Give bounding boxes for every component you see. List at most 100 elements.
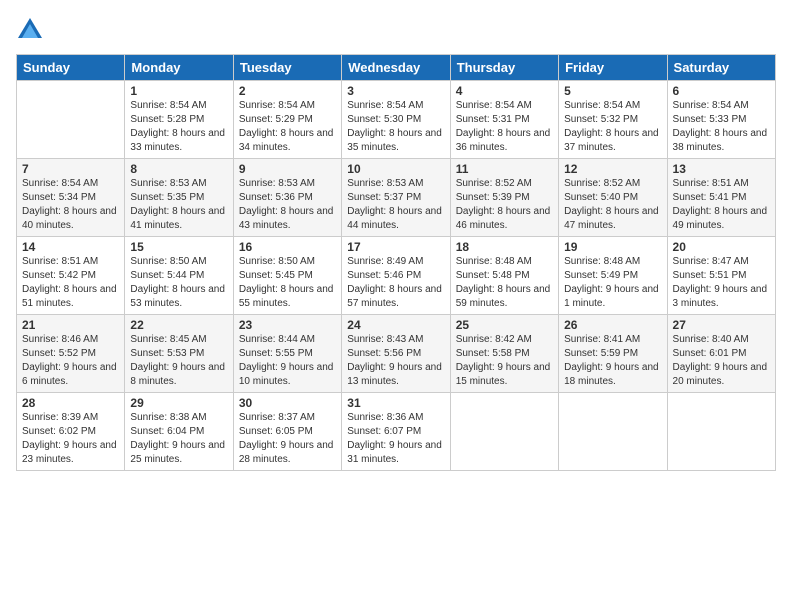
day-detail: Sunrise: 8:47 AMSunset: 5:51 PMDaylight:… [673,255,770,311]
day-detail: Sunrise: 8:45 AMSunset: 5:53 PMDaylight:… [130,333,227,389]
calendar-cell: 2Sunrise: 8:54 AMSunset: 5:29 PMDaylight… [233,81,341,159]
day-number: 13 [673,162,770,176]
calendar-day-header: Wednesday [342,55,450,81]
day-number: 30 [239,396,336,410]
day-number: 23 [239,318,336,332]
calendar-cell: 23Sunrise: 8:44 AMSunset: 5:55 PMDayligh… [233,315,341,393]
calendar: SundayMondayTuesdayWednesdayThursdayFrid… [16,54,776,471]
day-number: 4 [456,84,553,98]
day-detail: Sunrise: 8:54 AMSunset: 5:32 PMDaylight:… [564,99,661,155]
calendar-cell: 13Sunrise: 8:51 AMSunset: 5:41 PMDayligh… [667,159,775,237]
day-number: 29 [130,396,227,410]
calendar-week-row: 1Sunrise: 8:54 AMSunset: 5:28 PMDaylight… [17,81,776,159]
calendar-cell: 29Sunrise: 8:38 AMSunset: 6:04 PMDayligh… [125,393,233,471]
calendar-header-row: SundayMondayTuesdayWednesdayThursdayFrid… [17,55,776,81]
day-detail: Sunrise: 8:54 AMSunset: 5:29 PMDaylight:… [239,99,336,155]
day-detail: Sunrise: 8:53 AMSunset: 5:35 PMDaylight:… [130,177,227,233]
calendar-cell: 4Sunrise: 8:54 AMSunset: 5:31 PMDaylight… [450,81,558,159]
day-detail: Sunrise: 8:52 AMSunset: 5:40 PMDaylight:… [564,177,661,233]
day-detail: Sunrise: 8:42 AMSunset: 5:58 PMDaylight:… [456,333,553,389]
day-detail: Sunrise: 8:54 AMSunset: 5:34 PMDaylight:… [22,177,119,233]
day-number: 16 [239,240,336,254]
day-detail: Sunrise: 8:50 AMSunset: 5:44 PMDaylight:… [130,255,227,311]
day-detail: Sunrise: 8:51 AMSunset: 5:42 PMDaylight:… [22,255,119,311]
day-detail: Sunrise: 8:52 AMSunset: 5:39 PMDaylight:… [456,177,553,233]
day-number: 20 [673,240,770,254]
day-detail: Sunrise: 8:41 AMSunset: 5:59 PMDaylight:… [564,333,661,389]
day-number: 11 [456,162,553,176]
calendar-week-row: 7Sunrise: 8:54 AMSunset: 5:34 PMDaylight… [17,159,776,237]
day-detail: Sunrise: 8:54 AMSunset: 5:33 PMDaylight:… [673,99,770,155]
calendar-cell: 6Sunrise: 8:54 AMSunset: 5:33 PMDaylight… [667,81,775,159]
calendar-cell: 18Sunrise: 8:48 AMSunset: 5:48 PMDayligh… [450,237,558,315]
calendar-day-header: Sunday [17,55,125,81]
calendar-cell [559,393,667,471]
calendar-day-header: Friday [559,55,667,81]
calendar-cell: 10Sunrise: 8:53 AMSunset: 5:37 PMDayligh… [342,159,450,237]
day-number: 18 [456,240,553,254]
day-detail: Sunrise: 8:53 AMSunset: 5:36 PMDaylight:… [239,177,336,233]
page: SundayMondayTuesdayWednesdayThursdayFrid… [0,0,792,612]
day-detail: Sunrise: 8:36 AMSunset: 6:07 PMDaylight:… [347,411,444,467]
day-number: 17 [347,240,444,254]
day-detail: Sunrise: 8:43 AMSunset: 5:56 PMDaylight:… [347,333,444,389]
day-number: 22 [130,318,227,332]
day-detail: Sunrise: 8:44 AMSunset: 5:55 PMDaylight:… [239,333,336,389]
day-number: 12 [564,162,661,176]
calendar-cell: 9Sunrise: 8:53 AMSunset: 5:36 PMDaylight… [233,159,341,237]
calendar-cell: 11Sunrise: 8:52 AMSunset: 5:39 PMDayligh… [450,159,558,237]
calendar-cell: 30Sunrise: 8:37 AMSunset: 6:05 PMDayligh… [233,393,341,471]
day-number: 7 [22,162,119,176]
calendar-cell: 26Sunrise: 8:41 AMSunset: 5:59 PMDayligh… [559,315,667,393]
calendar-cell: 20Sunrise: 8:47 AMSunset: 5:51 PMDayligh… [667,237,775,315]
calendar-cell: 22Sunrise: 8:45 AMSunset: 5:53 PMDayligh… [125,315,233,393]
header [16,16,776,44]
calendar-cell: 3Sunrise: 8:54 AMSunset: 5:30 PMDaylight… [342,81,450,159]
day-number: 8 [130,162,227,176]
calendar-week-row: 21Sunrise: 8:46 AMSunset: 5:52 PMDayligh… [17,315,776,393]
calendar-cell [667,393,775,471]
calendar-cell: 7Sunrise: 8:54 AMSunset: 5:34 PMDaylight… [17,159,125,237]
day-detail: Sunrise: 8:40 AMSunset: 6:01 PMDaylight:… [673,333,770,389]
calendar-day-header: Thursday [450,55,558,81]
day-detail: Sunrise: 8:50 AMSunset: 5:45 PMDaylight:… [239,255,336,311]
day-number: 31 [347,396,444,410]
logo-icon [16,16,44,44]
day-number: 9 [239,162,336,176]
calendar-cell: 28Sunrise: 8:39 AMSunset: 6:02 PMDayligh… [17,393,125,471]
calendar-cell: 21Sunrise: 8:46 AMSunset: 5:52 PMDayligh… [17,315,125,393]
day-number: 15 [130,240,227,254]
day-number: 5 [564,84,661,98]
calendar-day-header: Saturday [667,55,775,81]
day-number: 1 [130,84,227,98]
day-number: 21 [22,318,119,332]
day-number: 27 [673,318,770,332]
calendar-cell: 19Sunrise: 8:48 AMSunset: 5:49 PMDayligh… [559,237,667,315]
day-detail: Sunrise: 8:48 AMSunset: 5:49 PMDaylight:… [564,255,661,311]
day-detail: Sunrise: 8:38 AMSunset: 6:04 PMDaylight:… [130,411,227,467]
calendar-cell: 1Sunrise: 8:54 AMSunset: 5:28 PMDaylight… [125,81,233,159]
day-number: 10 [347,162,444,176]
day-detail: Sunrise: 8:54 AMSunset: 5:28 PMDaylight:… [130,99,227,155]
calendar-cell [450,393,558,471]
day-number: 2 [239,84,336,98]
day-detail: Sunrise: 8:48 AMSunset: 5:48 PMDaylight:… [456,255,553,311]
day-number: 26 [564,318,661,332]
day-number: 19 [564,240,661,254]
day-number: 24 [347,318,444,332]
day-detail: Sunrise: 8:53 AMSunset: 5:37 PMDaylight:… [347,177,444,233]
day-detail: Sunrise: 8:54 AMSunset: 5:31 PMDaylight:… [456,99,553,155]
day-number: 14 [22,240,119,254]
calendar-cell: 31Sunrise: 8:36 AMSunset: 6:07 PMDayligh… [342,393,450,471]
calendar-week-row: 14Sunrise: 8:51 AMSunset: 5:42 PMDayligh… [17,237,776,315]
day-number: 3 [347,84,444,98]
calendar-cell: 5Sunrise: 8:54 AMSunset: 5:32 PMDaylight… [559,81,667,159]
calendar-cell: 27Sunrise: 8:40 AMSunset: 6:01 PMDayligh… [667,315,775,393]
calendar-cell: 24Sunrise: 8:43 AMSunset: 5:56 PMDayligh… [342,315,450,393]
calendar-cell [17,81,125,159]
day-detail: Sunrise: 8:54 AMSunset: 5:30 PMDaylight:… [347,99,444,155]
day-number: 6 [673,84,770,98]
day-detail: Sunrise: 8:49 AMSunset: 5:46 PMDaylight:… [347,255,444,311]
day-detail: Sunrise: 8:46 AMSunset: 5:52 PMDaylight:… [22,333,119,389]
calendar-week-row: 28Sunrise: 8:39 AMSunset: 6:02 PMDayligh… [17,393,776,471]
